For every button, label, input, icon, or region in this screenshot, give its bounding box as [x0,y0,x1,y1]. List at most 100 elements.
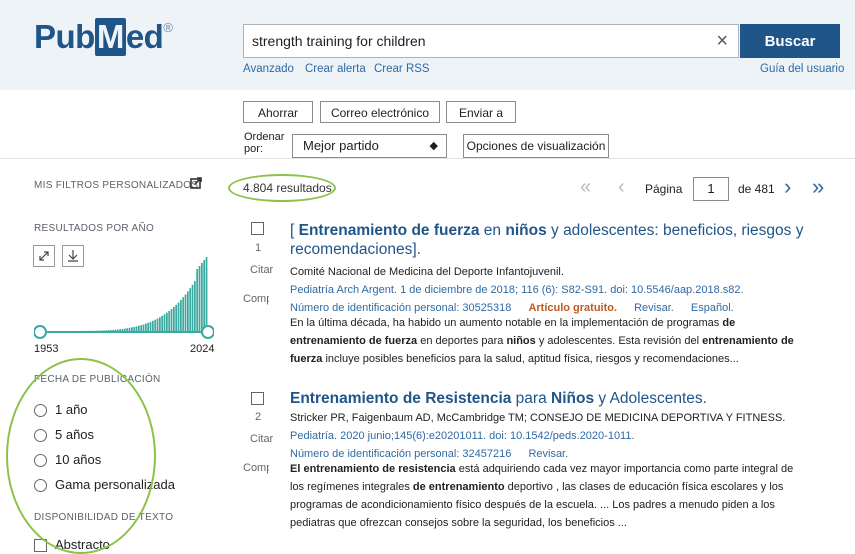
result-snippet: En la última década, ha habido un aument… [290,314,830,368]
page-of-label: de 481 [738,182,775,196]
result-title[interactable]: [ Entrenamiento de fuerza en niños y ado… [290,221,810,259]
my-filters-heading[interactable]: MIS FILTROS PERSONALIZADOS [34,180,198,191]
histogram-bar [147,322,150,332]
create-alert-link[interactable]: Crear alerta [305,63,366,75]
create-rss-link[interactable]: Crear RSS [374,63,430,75]
date-option-label: 10 años [55,452,102,467]
review-badge: Revisar. [634,302,674,314]
title-part: Entrenamiento de Resistencia [290,390,512,407]
user-guide-link[interactable]: Guía del usuario [760,63,844,75]
share-button[interactable]: Compartir [243,293,269,305]
snippet-part: entrenamiento de [702,335,794,347]
snippet-line: El entrenamiento de resistencia está adq… [290,460,830,478]
last-page-icon[interactable]: » [812,174,824,200]
advanced-link[interactable]: Avanzado [243,63,294,75]
histogram-bar [189,288,192,332]
slider-handle-end[interactable] [201,325,214,339]
save-button[interactable]: Ahorrar [243,101,313,123]
first-page-icon[interactable]: « [580,176,591,199]
clear-icon[interactable]: × [716,29,728,53]
search-button[interactable]: Buscar [740,24,840,58]
histogram-bar [142,324,145,332]
sort-label-line1: Ordenar [244,131,285,143]
date-option-5-years[interactable]: 5 años [34,427,95,443]
search-box: × [243,24,739,58]
cite-button[interactable]: Citar [250,264,273,276]
pubmed-logo[interactable]: PubMed® [34,18,173,56]
snippet-part: fuerza [290,353,323,365]
result-meta: Número de identificación personal: 30525… [290,301,734,315]
snippet-line: fuerza incluye posibles beneficios para … [290,350,830,368]
results-by-year-heading: RESULTADOS POR AÑO [34,223,155,234]
histogram-bar [166,312,168,332]
result-checkbox[interactable] [251,392,264,405]
checkbox-icon [34,539,47,553]
search-input[interactable] [250,25,694,57]
snippet-part: entrenamiento de fuerza [290,335,418,347]
prev-page-icon[interactable]: ‹ [618,176,625,199]
histogram-bar [194,281,196,332]
next-page-icon[interactable]: › [784,174,791,200]
cite-button[interactable]: Citar [250,433,273,445]
date-option-label: Gama personalizada [55,477,175,492]
snippet-line: programas de acondicionamiento físico de… [290,499,775,511]
histogram-bar [184,294,187,332]
radio-icon [34,404,47,418]
snippet-part: niños [506,335,536,347]
snippet-line: En la última década, ha habido un aument… [290,314,830,332]
histogram-bar [203,260,206,332]
share-button[interactable]: Compartir [243,462,269,474]
snippet-part: los regímenes integrales [290,481,413,493]
radio-icon [34,429,47,443]
date-option-1-year[interactable]: 1 año [34,402,88,418]
title-part: Entrenamiento de fuerza [298,222,480,239]
histogram-bar [173,306,175,332]
send-to-button[interactable]: Enviar a [446,101,516,123]
divider [0,158,855,159]
logo-text-m: M [94,18,126,56]
result-authors: Comité Nacional de Medicina del Deporte … [290,266,564,278]
date-option-label: 1 año [55,402,88,417]
page-input[interactable]: 1 [693,177,729,201]
pmid: Número de identificación personal: 30525… [290,302,512,314]
date-option-10-years[interactable]: 10 años [34,452,102,468]
snippet-part: está adquiriendo cada vez mayor importan… [455,463,794,475]
snippet-part: de entrenamiento [412,481,505,493]
histogram-bar [163,314,166,332]
external-link-icon[interactable] [190,177,202,189]
review-badge: Revisar. [528,448,569,460]
abstract-label: Abstracto [55,537,110,552]
result-citation: Pediatría. 2020 junio;145(6):e20201011. … [290,430,635,442]
slider-handle-start[interactable] [34,325,47,339]
histogram-bar [187,291,189,332]
title-part: Niños [551,390,595,407]
histogram-bar [140,325,143,332]
sort-select[interactable]: Mejor partido ◆ [292,134,447,158]
logo-text-ed: ed [125,18,164,55]
pmid: Número de identificación personal: 32457… [290,448,512,460]
date-option-label: 5 años [55,427,95,442]
date-option-custom-range[interactable]: Gama personalizada [34,477,175,493]
histogram-bar [168,310,171,332]
title-part: [ [290,222,299,239]
result-snippet: El entrenamiento de resistencia está adq… [290,460,830,532]
sort-label-line2: por: [244,143,263,155]
snippet-line: entrenamiento de fuerza en deportes para… [290,332,830,350]
logo-text-pub: Pub [34,18,95,55]
abstract-filter[interactable]: Abstracto [34,537,110,553]
snippet-part: incluye posibles beneficios para la salu… [322,353,739,365]
histogram-bar [170,309,173,332]
year-start-label: 1953 [34,343,59,355]
result-checkbox[interactable] [251,222,264,235]
radio-icon [34,454,47,468]
result-title[interactable]: Entrenamiento de Resistencia para Niños … [290,389,810,408]
email-button[interactable]: Correo electrónico [320,101,440,123]
title-part: en [479,222,506,239]
result-number: 2 [254,411,262,423]
display-options-button[interactable]: Opciones de visualización [463,134,609,158]
histogram-bar [201,263,203,332]
title-part: para [511,390,552,407]
histogram-bar [180,299,182,332]
snippet-part: en deportes para [417,335,507,347]
results-by-year-histogram[interactable] [34,245,214,340]
